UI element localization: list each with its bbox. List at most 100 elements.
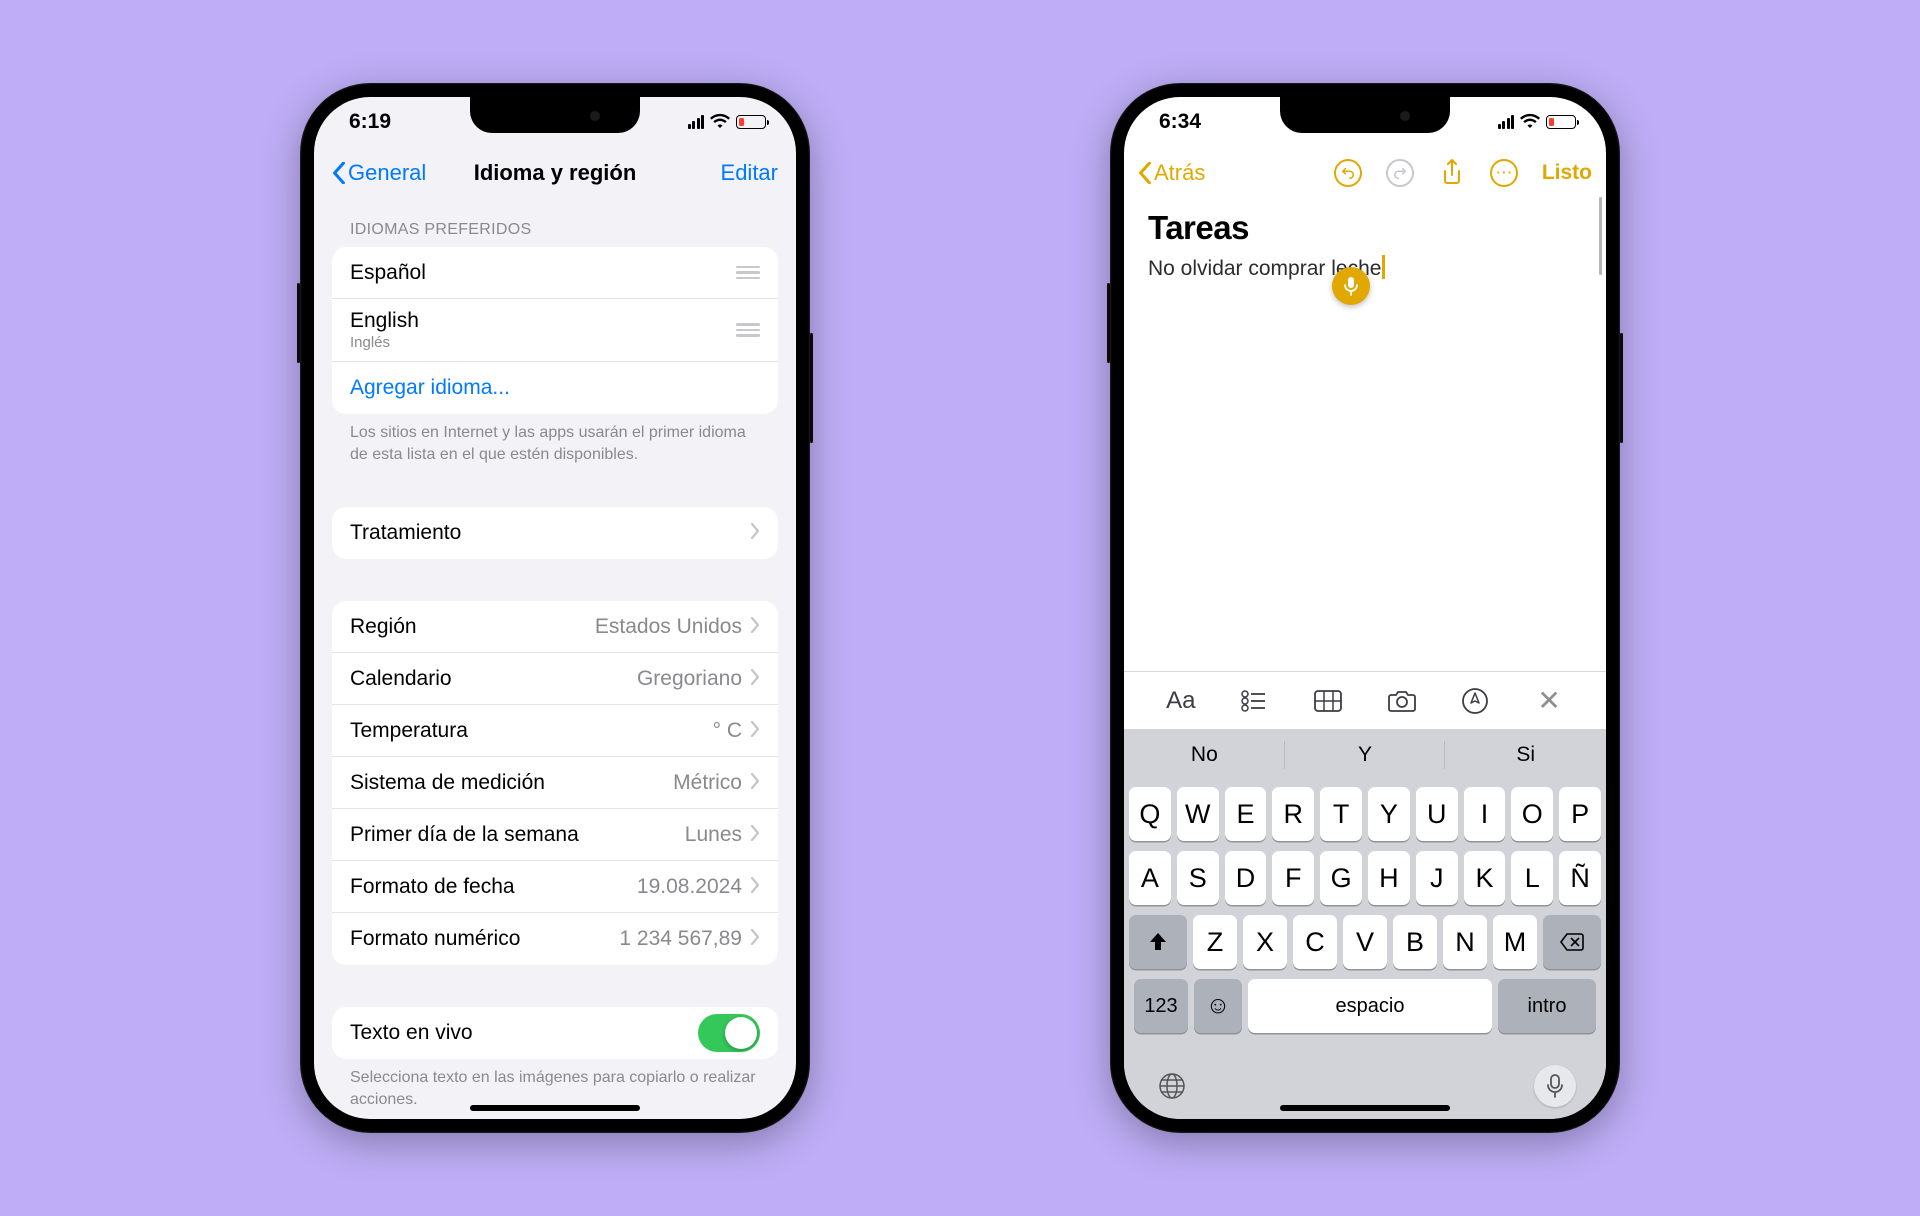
text-format-button[interactable]: Aa <box>1164 684 1198 718</box>
key-b[interactable]: B <box>1393 915 1437 969</box>
markup-button[interactable] <box>1458 684 1492 718</box>
close-toolbar-button[interactable]: ✕ <box>1532 684 1566 718</box>
key-i[interactable]: I <box>1464 787 1506 841</box>
key-y[interactable]: Y <box>1368 787 1410 841</box>
edit-button[interactable]: Editar <box>721 160 778 186</box>
table-button[interactable] <box>1311 684 1345 718</box>
home-indicator[interactable] <box>1280 1105 1450 1111</box>
key-c[interactable]: C <box>1293 915 1337 969</box>
checklist-button[interactable] <box>1237 684 1271 718</box>
emoji-key[interactable]: ☺ <box>1194 979 1242 1033</box>
settings-row-measurement[interactable]: Sistema de medición Métrico <box>332 757 778 809</box>
key-k[interactable]: K <box>1464 851 1506 905</box>
dictation-indicator[interactable] <box>1332 267 1370 305</box>
note-body[interactable]: Tareas No olvidar comprar leche <box>1124 199 1606 291</box>
section-header-languages: Idiomas preferidos <box>332 199 778 247</box>
row-value: Estados Unidos <box>595 615 742 639</box>
key-p[interactable]: P <box>1559 787 1601 841</box>
settings-row-firstday[interactable]: Primer día de la semana Lunes <box>332 809 778 861</box>
text-cursor <box>1382 255 1385 279</box>
cellular-icon <box>688 115 705 129</box>
space-key[interactable]: espacio <box>1248 979 1492 1033</box>
key-q[interactable]: Q <box>1129 787 1171 841</box>
live-text-toggle[interactable] <box>698 1014 760 1052</box>
live-text-row: Texto en vivo <box>332 1007 778 1059</box>
key-o[interactable]: O <box>1511 787 1553 841</box>
key-z[interactable]: Z <box>1193 915 1237 969</box>
back-button[interactable]: General <box>332 160 426 186</box>
key-d[interactable]: D <box>1225 851 1267 905</box>
home-indicator[interactable] <box>470 1105 640 1111</box>
suggestion[interactable]: Y <box>1285 729 1446 781</box>
key-l[interactable]: L <box>1511 851 1553 905</box>
suggestion[interactable]: No <box>1124 729 1285 781</box>
phone-left: 6:19 General Idioma y región Editar Idio… <box>300 83 810 1133</box>
key-a[interactable]: A <box>1129 851 1171 905</box>
settings-row-dateformat[interactable]: Formato de fecha 19.08.2024 <box>332 861 778 913</box>
language-sub: Inglés <box>350 334 736 351</box>
key-e[interactable]: E <box>1225 787 1267 841</box>
note-title[interactable]: Tareas <box>1148 209 1582 247</box>
notch <box>1280 97 1450 133</box>
chevron-right-icon <box>750 615 760 639</box>
done-button[interactable]: Listo <box>1542 161 1592 185</box>
chevron-right-icon <box>750 927 760 951</box>
key-x[interactable]: X <box>1243 915 1287 969</box>
settings-row-temperature[interactable]: Temperatura ° C <box>332 705 778 757</box>
add-language-button[interactable]: Agregar idioma... <box>332 362 778 414</box>
treatment-label: Tratamiento <box>350 521 750 545</box>
back-button[interactable]: Atrás <box>1138 160 1205 186</box>
key-s[interactable]: S <box>1177 851 1219 905</box>
settings-row-calendar[interactable]: Calendario Gregoriano <box>332 653 778 705</box>
back-label: General <box>348 160 426 186</box>
dictation-key[interactable] <box>1534 1065 1576 1107</box>
key-enye[interactable]: Ñ <box>1559 851 1601 905</box>
language-name: Español <box>350 261 736 285</box>
redo-button[interactable] <box>1386 159 1414 187</box>
key-v[interactable]: V <box>1343 915 1387 969</box>
notes-screen: 6:34 Atrás <box>1124 97 1606 1119</box>
shift-key[interactable] <box>1129 915 1187 969</box>
key-h[interactable]: H <box>1368 851 1410 905</box>
suggestion-bar: No Y Si <box>1124 729 1606 781</box>
numbers-key[interactable]: 123 <box>1134 979 1188 1033</box>
key-j[interactable]: J <box>1416 851 1458 905</box>
suggestion[interactable]: Si <box>1445 729 1606 781</box>
share-button[interactable] <box>1438 159 1466 187</box>
settings-row-region[interactable]: Región Estados Unidos <box>332 601 778 653</box>
language-row[interactable]: Español <box>332 247 778 299</box>
key-m[interactable]: M <box>1493 915 1537 969</box>
notes-toolbar-top: ⋯ Listo <box>1334 159 1592 187</box>
key-g[interactable]: G <box>1320 851 1362 905</box>
language-row[interactable]: English Inglés <box>332 299 778 362</box>
treatment-row[interactable]: Tratamiento <box>332 507 778 559</box>
key-n[interactable]: N <box>1443 915 1487 969</box>
key-t[interactable]: T <box>1320 787 1362 841</box>
key-f[interactable]: F <box>1272 851 1314 905</box>
drag-handle-icon[interactable] <box>736 266 760 280</box>
chevron-left-icon <box>1138 162 1152 184</box>
key-r[interactable]: R <box>1272 787 1314 841</box>
globe-key[interactable] <box>1154 1068 1190 1104</box>
camera-button[interactable] <box>1385 684 1419 718</box>
phone-right: 6:34 Atrás <box>1110 83 1620 1133</box>
settings-row-numberformat[interactable]: Formato numérico 1 234 567,89 <box>332 913 778 965</box>
live-text-label: Texto en vivo <box>350 1021 698 1045</box>
chevron-right-icon <box>750 823 760 847</box>
cellular-icon <box>1498 115 1515 129</box>
key-w[interactable]: W <box>1177 787 1219 841</box>
wifi-icon <box>1520 110 1540 134</box>
treatment-list: Tratamiento <box>332 507 778 559</box>
languages-footer: Los sitios en Internet y las apps usarán… <box>332 414 778 465</box>
undo-button[interactable] <box>1334 159 1362 187</box>
live-text-list: Texto en vivo <box>332 1007 778 1059</box>
key-u[interactable]: U <box>1416 787 1458 841</box>
more-button[interactable]: ⋯ <box>1490 159 1518 187</box>
drag-handle-icon[interactable] <box>736 323 760 337</box>
content: Idiomas preferidos Español English Inglé… <box>314 199 796 1119</box>
backspace-key[interactable] <box>1543 915 1601 969</box>
keyboard: No Y Si Q W E R T Y U I O P A <box>1124 729 1606 1119</box>
languages-list: Español English Inglés Agregar idioma... <box>332 247 778 414</box>
return-key[interactable]: intro <box>1498 979 1596 1033</box>
status-time: 6:19 <box>349 110 391 134</box>
